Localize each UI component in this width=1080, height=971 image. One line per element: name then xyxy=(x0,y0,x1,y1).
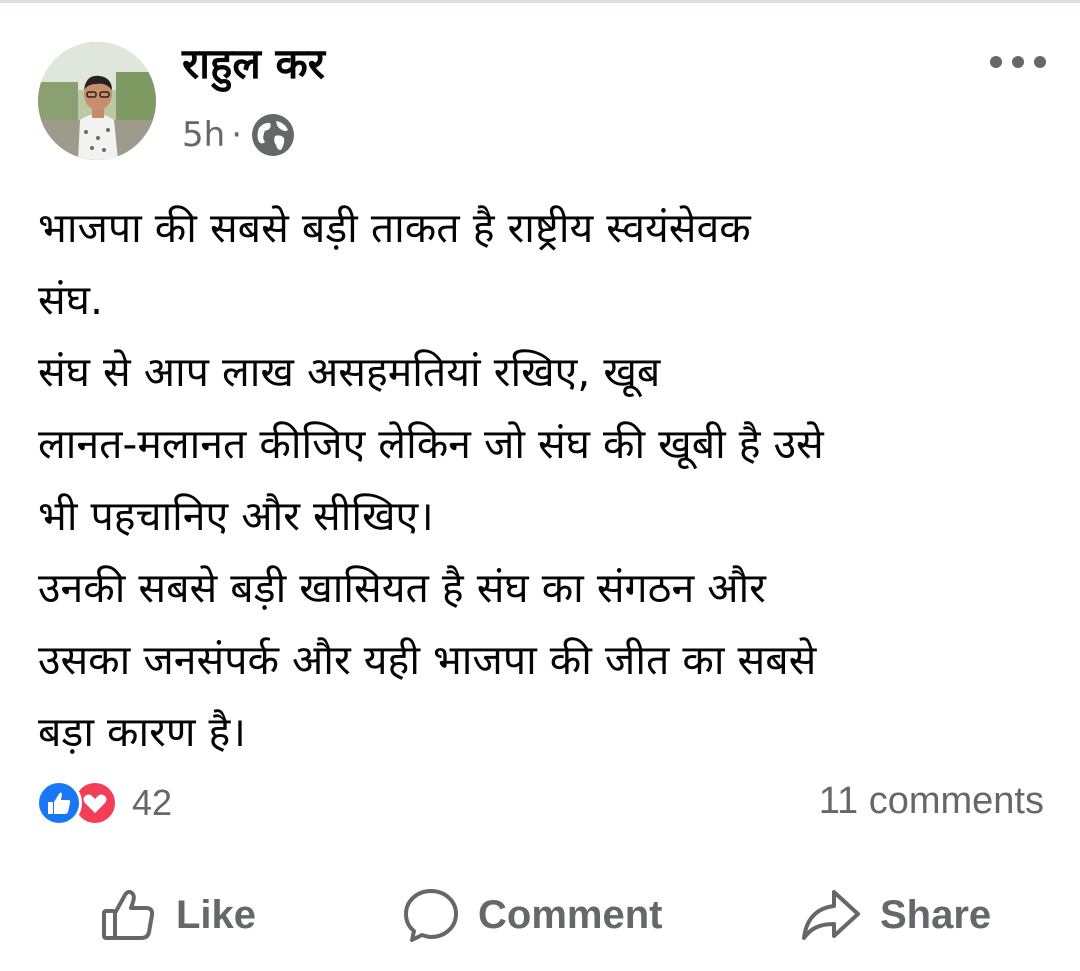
comment-button[interactable]: Comment xyxy=(402,880,662,950)
like-button[interactable]: Like xyxy=(100,880,256,950)
share-label: Share xyxy=(880,892,992,937)
comment-label: Comment xyxy=(478,892,663,937)
share-button[interactable]: Share xyxy=(800,880,991,950)
post-line: बड़ा कारण है। xyxy=(38,708,246,756)
post-body: भाजपा की सबसे बड़ी ताकत है राष्ट्रीय स्व… xyxy=(38,192,1050,768)
post-line: संघ. xyxy=(38,276,103,324)
post-time[interactable]: 5h xyxy=(182,115,225,155)
comment-icon xyxy=(404,889,458,942)
author-name[interactable]: राहुल कर xyxy=(182,36,325,92)
comments-count[interactable]: 11 comments xyxy=(819,780,1044,823)
post-line: भी पहचानिए और सीखिए। xyxy=(38,492,434,540)
top-divider xyxy=(0,0,1080,3)
post-meta: 5h · xyxy=(182,112,296,158)
like-label: Like xyxy=(176,892,257,937)
globe-icon[interactable] xyxy=(250,112,296,158)
more-options-icon[interactable] xyxy=(988,52,1048,72)
share-icon xyxy=(802,890,860,940)
post-line: संघ से आप लाख असहमतियां रखिए, खूब xyxy=(38,348,661,396)
like-icon xyxy=(102,889,155,940)
like-reaction-icon xyxy=(36,780,82,826)
meta-separator: · xyxy=(231,115,242,155)
avatar-photo xyxy=(38,42,156,160)
author-avatar[interactable] xyxy=(38,42,156,160)
post-line: उनकी सबसे बड़ी खासियत है संघ का संगठन और xyxy=(38,564,766,612)
reactions-summary[interactable]: 42 xyxy=(36,779,172,827)
reaction-count: 42 xyxy=(132,782,173,823)
post-line: लानत-मलानत कीजिए लेकिन जो संघ की खूबी है… xyxy=(38,420,824,468)
post-line: भाजपा की सबसे बड़ी ताकत है राष्ट्रीय स्व… xyxy=(38,204,751,252)
post-line: उसका जनसंपर्क और यही भाजपा की जीत का सबस… xyxy=(38,636,817,684)
action-bar: Like Comment Share xyxy=(0,880,1080,950)
